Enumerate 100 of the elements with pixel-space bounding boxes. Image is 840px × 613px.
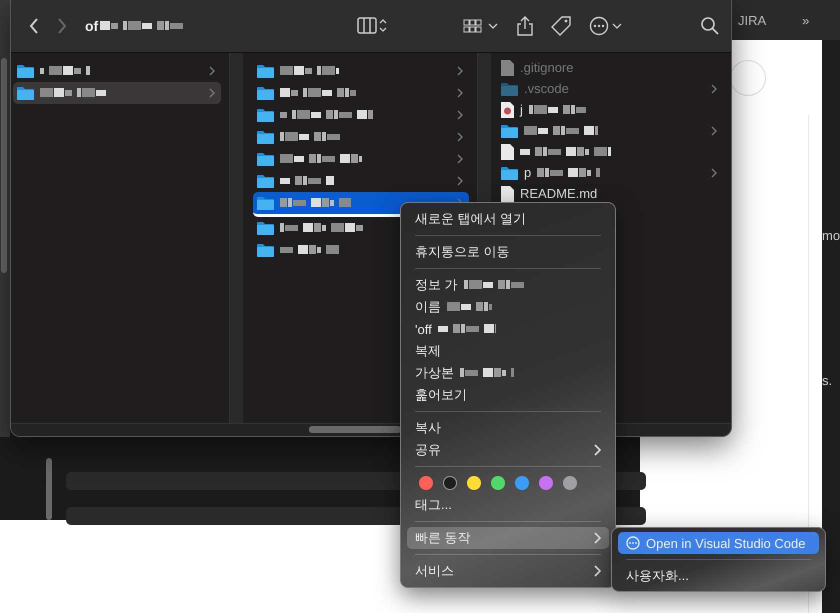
pixelated-text	[464, 279, 526, 291]
file-row[interactable]: .gitignore	[497, 57, 586, 78]
tag-color-dot[interactable]	[419, 476, 433, 490]
tag-button[interactable]	[551, 16, 571, 36]
document-icon	[501, 144, 514, 160]
toolbar-link[interactable]: »	[802, 12, 810, 28]
search-button[interactable]	[701, 17, 719, 35]
menu-item[interactable]: 정보 가	[407, 274, 609, 296]
file-row[interactable]: j	[497, 99, 598, 120]
menu-item[interactable]: 이름	[407, 296, 609, 318]
menu-item[interactable]: 가상본	[407, 362, 609, 384]
web-file-icon	[501, 102, 514, 118]
toolbar-link[interactable]: JIRA	[738, 12, 766, 28]
chevron-right-icon	[457, 176, 463, 186]
menu-item[interactable]: 'off	[407, 318, 609, 340]
search-icon	[701, 17, 719, 35]
pixelated-text	[280, 175, 334, 187]
chevron-right-icon	[457, 132, 463, 142]
file-row[interactable]: p	[497, 162, 723, 183]
menu-item[interactable]: 새로운 탭에서 열기	[407, 208, 609, 230]
menu-item[interactable]: 서비스	[407, 560, 609, 582]
folder-icon	[257, 243, 274, 257]
share-button[interactable]	[517, 16, 533, 36]
group-button[interactable]	[463, 18, 499, 34]
tag-color-dot[interactable]	[467, 476, 481, 490]
file-name: j	[520, 102, 523, 117]
ellipsis-circle-icon	[626, 536, 640, 550]
pixelated-text	[280, 197, 351, 209]
chevron-right-icon	[57, 17, 67, 35]
pixelated-text	[280, 65, 339, 77]
folder-icon	[257, 152, 274, 166]
menu-item[interactable]: 빠른 동작	[407, 527, 609, 549]
pixelated-text	[280, 244, 340, 256]
chevron-right-icon	[711, 84, 717, 94]
file-name: README.md	[520, 186, 598, 201]
file-name: p	[524, 165, 532, 180]
text-fragment: s.	[822, 373, 834, 388]
chevron-right-icon	[457, 110, 463, 120]
folder-icon	[501, 166, 518, 180]
back-button[interactable]	[29, 17, 39, 35]
more-button[interactable]	[589, 16, 623, 36]
folder-icon	[501, 124, 518, 138]
pixelated-text	[537, 166, 600, 178]
tag-color-dot[interactable]	[539, 476, 553, 490]
scrollbar-thumb[interactable]	[1, 58, 7, 273]
file-row[interactable]: .vscode	[497, 78, 723, 99]
chevron-right-icon	[711, 168, 717, 178]
window-title: of	[85, 18, 98, 34]
file-name: .vscode	[524, 81, 569, 96]
folder-icon	[501, 82, 518, 96]
ellipsis-circle-icon	[589, 16, 623, 36]
menu-item[interactable]: 사용자화...	[618, 565, 819, 587]
file-row[interactable]	[13, 82, 221, 104]
pixelated-text	[447, 301, 492, 313]
menu-item[interactable]: 복제	[407, 340, 609, 362]
menu-item[interactable]: 공유	[407, 439, 609, 461]
folder-icon	[257, 196, 274, 210]
menu-item[interactable]: 휴지통으로 이동	[407, 241, 609, 263]
chevron-right-icon	[209, 66, 215, 76]
file-row[interactable]: README.md	[497, 183, 610, 204]
folder-icon	[257, 64, 274, 78]
tag-color-dot[interactable]	[443, 476, 457, 490]
menu-item[interactable]: 태그...	[407, 494, 609, 516]
folder-icon	[17, 86, 34, 100]
chevron-right-icon	[594, 565, 601, 577]
folder-icon	[257, 108, 274, 122]
pixelated-text	[40, 65, 90, 77]
scrollbar-thumb[interactable]	[309, 426, 401, 433]
chevron-left-icon	[29, 17, 39, 35]
scrollbar-thumb[interactable]	[46, 458, 52, 520]
tag-icon	[551, 16, 571, 36]
tag-color-dot[interactable]	[515, 476, 529, 490]
chevron-right-icon	[594, 532, 601, 544]
folder-icon	[17, 64, 34, 78]
document-icon	[501, 186, 514, 202]
document-icon	[501, 60, 514, 76]
chevron-right-icon	[711, 126, 717, 136]
chevron-right-icon	[594, 444, 601, 456]
pixelated-text	[438, 323, 496, 335]
pixelated-text	[528, 104, 586, 116]
menu-item[interactable]: 훑어보기	[407, 384, 609, 406]
tag-color-dot[interactable]	[491, 476, 505, 490]
chevron-right-icon	[457, 66, 463, 76]
forward-button[interactable]	[57, 17, 67, 35]
file-name: .gitignore	[520, 60, 574, 75]
chevron-right-icon	[209, 88, 215, 98]
folder-icon	[257, 130, 274, 144]
share-icon	[517, 16, 533, 36]
folder-icon	[257, 86, 274, 100]
menu-item[interactable]: 복사	[407, 417, 609, 439]
text-fragment: mo	[822, 228, 840, 243]
chevron-right-icon	[457, 154, 463, 164]
folder-icon	[257, 221, 274, 235]
view-mode-button[interactable]	[357, 17, 387, 35]
columns-icon	[357, 17, 387, 35]
pixelated-text	[460, 367, 514, 379]
chevron-right-icon	[457, 88, 463, 98]
grid-icon	[463, 18, 499, 34]
folder-icon	[257, 174, 274, 188]
tag-color-dot[interactable]	[563, 476, 577, 490]
